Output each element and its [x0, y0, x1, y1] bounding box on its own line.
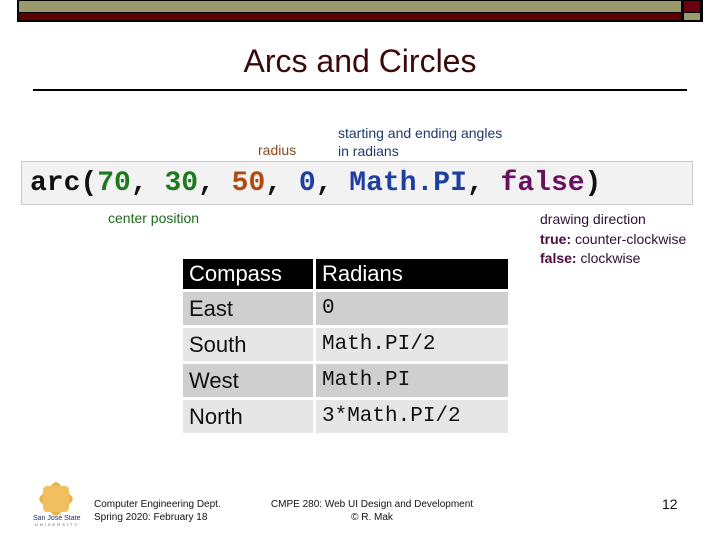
logo-text: San José State	[33, 515, 81, 522]
direction-true: true: counter-clockwise	[540, 230, 686, 250]
code-sep: ,	[466, 168, 501, 199]
code-anticlockwise: false	[500, 168, 585, 199]
direction-title: drawing direction	[540, 211, 646, 227]
angles-annotation-line1: starting and ending angles	[338, 125, 503, 141]
header-olive-stripe	[19, 1, 681, 12]
radians-cell: Math.PI	[316, 364, 508, 397]
angles-annotation: starting and ending angles in radians	[338, 124, 502, 160]
code-sep: ,	[265, 168, 299, 199]
code-sep: ,	[315, 168, 350, 199]
header-radians: Radians	[316, 259, 508, 289]
title-divider	[33, 89, 687, 91]
header-maroon-square	[684, 1, 700, 12]
direction-true-key: true:	[540, 230, 572, 247]
table-row: South Math.PI/2	[183, 328, 508, 361]
code-example: arc(70, 30, 50, 0, Math.PI, false)	[21, 161, 693, 205]
logo-sun-icon	[43, 486, 69, 512]
footer-course-line1: CMPE 280: Web UI Design and Development	[270, 499, 474, 510]
code-x: 70	[97, 168, 131, 199]
code-sep: ,	[130, 168, 165, 199]
direction-false-value: clockwise	[576, 250, 641, 266]
table-row: North 3*Math.PI/2	[183, 400, 508, 433]
table-row: East 0	[183, 292, 508, 325]
code-radius: 50	[231, 168, 266, 199]
footer-course-line2: © R. Mak	[351, 512, 393, 523]
compass-cell: North	[183, 400, 313, 433]
code-sep: ,	[198, 168, 232, 199]
table-row: West Math.PI	[183, 364, 508, 397]
footer-dept-line1: Computer Engineering Dept.	[94, 499, 221, 510]
compass-cell: West	[183, 364, 313, 397]
direction-false: false: clockwise	[540, 249, 686, 269]
footer-dept: Computer Engineering Dept. Spring 2020: …	[94, 498, 221, 524]
compass-cell: South	[183, 328, 313, 361]
header-olive-square	[684, 13, 700, 20]
logo-subtext: UNIVERSITY	[35, 522, 80, 527]
page-number: 12	[662, 496, 678, 512]
footer-dept-line2: Spring 2020: February 18	[94, 512, 208, 523]
direction-true-value: counter-clockwise	[571, 230, 687, 247]
center-annotation: center position	[108, 210, 200, 226]
code-close: )	[584, 168, 602, 199]
compass-radians-table: Compass Radians East 0 South Math.PI/2 W…	[180, 256, 511, 436]
radians-cell: Math.PI/2	[316, 328, 508, 361]
university-logo: San José State UNIVERSITY	[33, 480, 81, 528]
code-end-angle: Math.PI	[349, 168, 467, 199]
radians-cell: 3*Math.PI/2	[316, 400, 508, 433]
slide-title: Arcs and Circles	[243, 43, 477, 79]
code-function: arc(	[30, 168, 98, 199]
radians-cell: 0	[316, 292, 508, 325]
code-y: 30	[164, 168, 199, 199]
direction-annotation: drawing direction true: counter-clockwis…	[540, 210, 686, 269]
radius-annotation: radius	[258, 142, 297, 158]
direction-false-key: false:	[540, 250, 577, 266]
angles-annotation-line2: in radians	[338, 143, 399, 159]
code-start-angle: 0	[298, 168, 316, 199]
header-maroon-stripe	[19, 13, 681, 20]
slide-header-bar	[17, 0, 703, 22]
footer-course: CMPE 280: Web UI Design and Development …	[270, 498, 474, 524]
compass-cell: East	[183, 292, 313, 325]
table-header-row: Compass Radians	[183, 259, 508, 289]
header-compass: Compass	[183, 259, 313, 289]
